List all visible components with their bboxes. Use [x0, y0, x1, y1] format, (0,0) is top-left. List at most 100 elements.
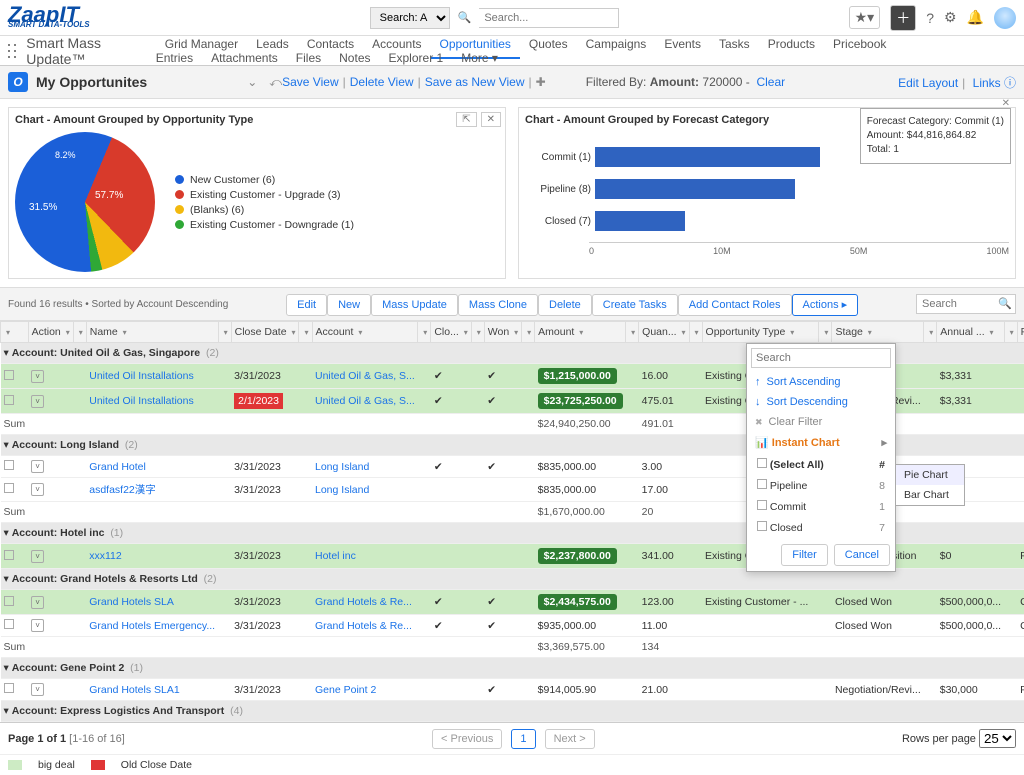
col-header[interactable]: Name ▾ — [86, 322, 218, 343]
col-header[interactable]: Forecast Categ... ▾ — [1017, 322, 1024, 343]
tab-quotes[interactable]: Quotes — [520, 31, 577, 57]
submenu-pie[interactable]: Pie Chart — [896, 465, 964, 485]
legend-swatch-oldclose — [91, 760, 105, 770]
col-header[interactable]: ▾ — [1, 322, 29, 343]
col-header[interactable]: Annual ... ▾ — [937, 322, 1004, 343]
group-sum-row: Sum$3,369,575.00134102% — [1, 637, 1024, 658]
clear-filter[interactable]: Clear Filter — [747, 412, 895, 432]
tab-events[interactable]: Events — [655, 31, 710, 57]
results-summary: Found 16 results • Sorted by Account Des… — [8, 299, 228, 310]
pie-slice-label: 31.5% — [29, 202, 57, 213]
help-icon[interactable]: ? — [926, 10, 934, 26]
filter-cancel-button[interactable]: Cancel — [834, 544, 890, 566]
delete-view-link[interactable]: Delete View — [350, 75, 414, 89]
col-header[interactable]: Stage ▾ — [832, 322, 924, 343]
sort-ascending[interactable]: Sort Ascending — [747, 372, 895, 392]
bar-tooltip: ✕ Forecast Category: Commit (1) Amount: … — [860, 108, 1011, 164]
user-avatar[interactable] — [994, 7, 1016, 29]
filter-option[interactable]: Closed7 — [749, 518, 893, 537]
table-row[interactable]: ˅Grand Hotels SLA3/31/2023Grand Hotels &… — [1, 590, 1024, 615]
add-contact-roles-button[interactable]: Add Contact Roles — [678, 294, 792, 316]
current-page[interactable]: 1 — [511, 729, 535, 749]
clear-filter-link[interactable]: Clear — [756, 75, 785, 89]
legend-item[interactable]: Existing Customer - Upgrade (3) — [175, 189, 354, 201]
chart-close-icon[interactable]: ✕ — [481, 112, 501, 127]
col-header[interactable]: Clo... ▾ — [431, 322, 471, 343]
search-scope-select[interactable]: Search: All — [370, 7, 450, 29]
col-header[interactable]: ▾ — [299, 322, 312, 343]
chart-detach-icon[interactable]: ⇱ — [456, 112, 476, 127]
save-view-link[interactable]: Save View — [282, 75, 338, 89]
tab-attachments[interactable]: Attachments — [202, 45, 287, 71]
favorite-button[interactable]: ★▾ — [849, 6, 881, 29]
col-header[interactable]: ▾ — [1004, 322, 1017, 343]
setup-gear-icon[interactable]: ⚙ — [944, 9, 957, 26]
notifications-bell-icon[interactable]: 🔔 — [967, 9, 984, 26]
col-header[interactable]: ▾ — [418, 322, 431, 343]
filter-option[interactable]: Commit1 — [749, 497, 893, 516]
filter-option[interactable]: Pipeline8 — [749, 476, 893, 495]
pie-chart-panel: ⇱ ✕ Chart - Amount Grouped by Opportunity… — [8, 107, 506, 279]
col-header[interactable]: Action ▾ — [28, 322, 73, 343]
col-header[interactable]: ▾ — [218, 322, 231, 343]
app-launcher-icon[interactable] — [6, 42, 20, 60]
actions-button[interactable]: Actions ▸ — [792, 294, 859, 316]
submenu-bar[interactable]: Bar Chart — [896, 485, 964, 505]
pager-bar: Page 1 of 1 [1-16 of 16] < Previous 1 Ne… — [0, 722, 1024, 754]
col-header[interactable]: ▾ — [522, 322, 535, 343]
tab-campaigns[interactable]: Campaigns — [577, 31, 656, 57]
pie-chart[interactable]: 57.7% 31.5% 8.2% — [15, 132, 155, 272]
table-row[interactable]: ˅Grand Hotels Emergency...3/31/2023Grand… — [1, 615, 1024, 637]
col-header[interactable]: Account ▾ — [312, 322, 418, 343]
prev-page-button[interactable]: < Previous — [432, 729, 502, 749]
search-icon[interactable]: 🔍 — [998, 297, 1012, 310]
edit-button[interactable]: Edit — [286, 294, 327, 316]
pie-slice-label: 57.7% — [95, 190, 123, 201]
tab-files[interactable]: Files — [287, 45, 330, 71]
delete-button[interactable]: Delete — [538, 294, 592, 316]
new-button[interactable]: New — [327, 294, 371, 316]
sort-descending[interactable]: Sort Descending — [747, 392, 895, 412]
links-link[interactable]: Links ⓘ — [973, 76, 1016, 90]
tab-products[interactable]: Products — [759, 31, 824, 57]
instant-chart[interactable]: 📊 Instant Chart — [747, 432, 895, 453]
col-header[interactable]: Quan... ▾ — [639, 322, 689, 343]
tab-notes[interactable]: Notes — [330, 45, 379, 71]
legend-item[interactable]: New Customer (6) — [175, 174, 354, 186]
pie-chart-title: Chart - Amount Grouped by Opportunity Ty… — [15, 114, 499, 126]
global-search: Search: All 🔍 — [370, 7, 620, 29]
tooltip-close-icon[interactable]: ✕ — [1002, 97, 1010, 111]
create-tasks-button[interactable]: Create Tasks — [592, 294, 678, 316]
add-button[interactable]: ＋ — [890, 5, 916, 31]
brand-logo: ZaapITSMART DATA-TOOLS — [8, 7, 90, 28]
save-as-view-link[interactable]: Save as New View — [425, 75, 525, 89]
tab-explorer-1[interactable]: Explorer 1 — [380, 45, 453, 71]
view-title[interactable]: My Opportunites — [36, 74, 147, 90]
col-header[interactable]: Won ▾ — [484, 322, 521, 343]
group-header[interactable]: ▾ Account: Gene Point 2 (1) — [1, 658, 1024, 679]
filter-search-input[interactable] — [751, 348, 891, 368]
rows-per-page-select[interactable]: 25 — [979, 729, 1016, 748]
mass-clone-button[interactable]: Mass Clone — [458, 294, 538, 316]
table-row[interactable]: ˅Grand Hotels SLA13/31/2023Gene Point 2✔… — [1, 679, 1024, 701]
edit-layout-link[interactable]: Edit Layout — [898, 76, 958, 90]
global-search-input[interactable] — [479, 8, 619, 28]
tab-more[interactable]: More — [452, 45, 507, 71]
col-header[interactable]: Opportunity Type ▾ — [702, 322, 819, 343]
tab-tasks[interactable]: Tasks — [710, 31, 759, 57]
legend-item[interactable]: Existing Customer - Downgrade (1) — [175, 219, 354, 231]
col-header[interactable]: ▾ — [73, 322, 86, 343]
col-header[interactable]: ▾ — [689, 322, 702, 343]
filter-apply-button[interactable]: Filter — [781, 544, 827, 566]
next-page-button[interactable]: Next > — [545, 729, 595, 749]
col-header[interactable]: ▾ — [819, 322, 832, 343]
object-icon: O — [8, 72, 28, 92]
group-header[interactable]: ▾ Account: Express Logistics And Transpo… — [1, 701, 1024, 722]
legend-item[interactable]: (Blanks) (6) — [175, 204, 354, 216]
col-header[interactable]: ▾ — [626, 322, 639, 343]
col-header[interactable]: ▾ — [924, 322, 937, 343]
col-header[interactable]: Close Date ▾ — [231, 322, 299, 343]
col-header[interactable]: Amount ▾ — [535, 322, 626, 343]
mass-update-button[interactable]: Mass Update — [371, 294, 458, 316]
col-header[interactable]: ▾ — [471, 322, 484, 343]
